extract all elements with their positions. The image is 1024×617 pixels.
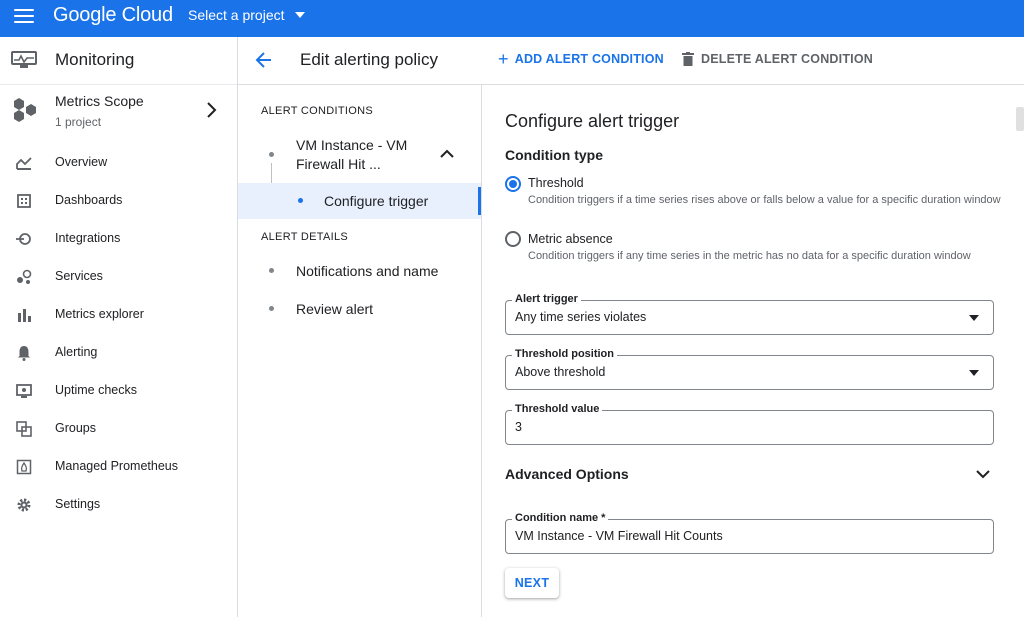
top-app-bar: Google Cloud Select a project: [0, 0, 1024, 37]
project-selector[interactable]: Select a project: [188, 7, 305, 23]
back-arrow-icon[interactable]: [255, 51, 273, 69]
alert-trigger-label: Alert trigger: [512, 293, 581, 305]
monitor-icon: [16, 384, 32, 398]
metrics-scope-title: Metrics Scope: [55, 93, 144, 109]
form-title: Configure alert trigger: [505, 111, 680, 131]
google-cloud-logo[interactable]: Google Cloud: [53, 4, 173, 27]
sidebar-item-label: Alerting: [55, 345, 98, 359]
caret-down-icon: [294, 12, 305, 18]
active-indicator: [478, 187, 481, 215]
monitoring-sidebar: Monitoring Metrics Scope 1 project Overv…: [0, 37, 238, 617]
metric-absence-description: Condition triggers if any time series in…: [528, 250, 971, 262]
metrics-scope-selector[interactable]: Metrics Scope 1 project: [0, 85, 237, 141]
add-alert-condition-button[interactable]: + ADD ALERT CONDITION: [498, 49, 664, 69]
metric-absence-radio-label[interactable]: Metric absence: [528, 232, 613, 246]
advanced-options-heading[interactable]: Advanced Options: [505, 466, 629, 482]
sidebar-item-label: Dashboards: [55, 193, 123, 207]
threshold-radio-label[interactable]: Threshold: [528, 176, 584, 190]
sidebar-item-label: Uptime checks: [55, 383, 137, 397]
metrics-scope-subtitle: 1 project: [55, 115, 102, 129]
trash-icon: [682, 52, 694, 66]
step-dot-active: [298, 198, 303, 203]
step-configure-trigger[interactable]: Configure trigger: [238, 183, 481, 219]
plus-icon: +: [498, 49, 509, 69]
sidebar-item-label: Services: [55, 269, 103, 283]
sidebar-item-groups[interactable]: Groups: [0, 411, 237, 447]
sidebar-item-label: Settings: [55, 497, 101, 511]
threshold-radio[interactable]: [505, 176, 521, 192]
groups-icon: [16, 421, 32, 437]
sidebar-header: Monitoring: [0, 37, 237, 85]
sidebar-item-label: Groups: [55, 421, 96, 435]
threshold-value-input[interactable]: Threshold value 3: [505, 403, 994, 445]
configure-trigger-label: Configure trigger: [324, 193, 429, 209]
threshold-value-label: Threshold value: [512, 403, 603, 415]
threshold-position-label: Threshold position: [512, 348, 617, 360]
integrations-icon: [16, 233, 31, 245]
threshold-value-text: 3: [515, 420, 522, 434]
sidebar-item-dashboards[interactable]: Dashboards: [0, 183, 237, 219]
page-header: Edit alerting policy + ADD ALERT CONDITI…: [238, 37, 1024, 85]
page-title: Edit alerting policy: [300, 50, 438, 69]
bar-chart-icon: [18, 309, 31, 322]
alert-conditions-heading: ALERT CONDITIONS: [261, 105, 373, 117]
step-review[interactable]: Review alert: [238, 295, 481, 325]
notifications-label: Notifications and name: [296, 263, 439, 279]
hexagons-icon: [14, 98, 36, 122]
bell-icon: [18, 346, 30, 361]
condition-name-input[interactable]: Condition name * VM Instance - VM Firewa…: [505, 512, 994, 554]
policy-steps-panel: ALERT CONDITIONS VM Instance - VM Firewa…: [238, 85, 482, 617]
chevron-up-icon[interactable]: [439, 149, 455, 159]
configure-trigger-form: Configure alert trigger Condition type T…: [482, 85, 1024, 617]
step-dot: [269, 152, 274, 157]
sidebar-item-metrics-explorer[interactable]: Metrics explorer: [0, 297, 237, 333]
condition-type-heading: Condition type: [505, 147, 603, 163]
step-dot: [269, 306, 274, 311]
step-dot: [269, 268, 274, 273]
chevron-right-icon: [207, 102, 217, 118]
scrollbar-thumb[interactable]: [1016, 107, 1024, 131]
sidebar-item-services[interactable]: Services: [0, 259, 237, 295]
menu-icon[interactable]: [14, 8, 34, 24]
condition-name-label: Condition name *: [512, 512, 609, 524]
threshold-position-value: Above threshold: [515, 365, 606, 379]
next-button[interactable]: NEXT: [505, 568, 559, 598]
sidebar-item-uptime-checks[interactable]: Uptime checks: [0, 373, 237, 409]
overview-icon: [16, 157, 32, 170]
monitoring-icon: [11, 51, 37, 68]
threshold-position-select[interactable]: Threshold position Above threshold: [505, 348, 994, 390]
chevron-down-icon[interactable]: [975, 468, 991, 480]
condition-name-text: VM Instance - VM Firewall Hit Counts: [515, 529, 723, 543]
sidebar-item-label: Managed Prometheus: [55, 459, 178, 473]
sidebar-item-integrations[interactable]: Integrations: [0, 221, 237, 257]
sidebar-title: Monitoring: [55, 50, 135, 69]
review-label: Review alert: [296, 301, 374, 317]
delete-alert-condition-label: DELETE ALERT CONDITION: [701, 52, 873, 66]
dropdown-arrow-icon: [969, 315, 979, 321]
condition-name-line1: VM Instance - VM: [296, 137, 408, 153]
alert-details-heading: ALERT DETAILS: [261, 231, 349, 243]
alert-trigger-select[interactable]: Alert trigger Any time series violates: [505, 293, 994, 335]
sidebar-item-alerting[interactable]: Alerting: [0, 335, 237, 371]
condition-name-line2: Firewall Hit ...: [296, 156, 381, 172]
sidebar-item-label: Integrations: [55, 231, 121, 245]
project-selector-label: Select a project: [188, 7, 285, 23]
dashboards-icon: [17, 194, 31, 208]
step-notifications[interactable]: Notifications and name: [238, 257, 481, 287]
delete-alert-condition-button[interactable]: DELETE ALERT CONDITION: [682, 52, 873, 66]
alert-trigger-value: Any time series violates: [515, 310, 647, 324]
gear-icon: [17, 498, 31, 512]
services-icon: [17, 269, 32, 284]
sidebar-item-settings[interactable]: Settings: [0, 487, 237, 523]
sidebar-item-label: Metrics explorer: [55, 307, 144, 321]
sidebar-item-overview[interactable]: Overview: [0, 145, 237, 181]
sidebar-item-managed-prometheus[interactable]: Managed Prometheus: [0, 449, 237, 485]
prometheus-icon: [16, 459, 32, 475]
metric-absence-radio[interactable]: [505, 231, 521, 247]
sidebar-item-label: Overview: [55, 155, 108, 169]
step-condition[interactable]: VM Instance - VM Firewall Hit ...: [238, 133, 481, 177]
threshold-description: Condition triggers if a time series rise…: [528, 194, 1001, 206]
add-alert-condition-label: ADD ALERT CONDITION: [514, 52, 664, 66]
dropdown-arrow-icon: [969, 370, 979, 376]
